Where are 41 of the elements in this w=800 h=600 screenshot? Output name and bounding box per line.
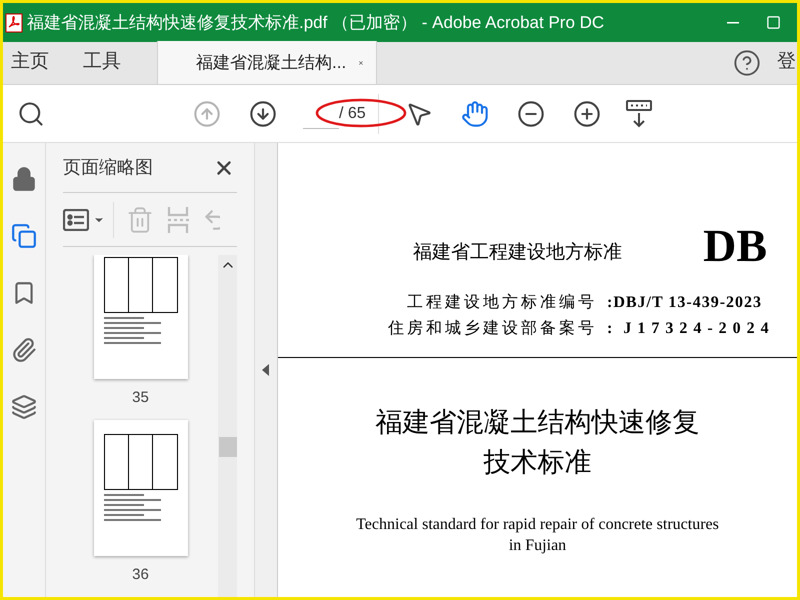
sign-in-label[interactable]: 登	[777, 41, 797, 84]
code-label: 住房和城乡建设部备案号	[388, 318, 597, 339]
layers-icon	[11, 394, 37, 420]
page-number-label: 35	[132, 388, 149, 408]
keyboard-down-arrow-icon	[626, 100, 652, 128]
code-value: : J 1 7 3 2 4 - 2 0 2 4	[607, 319, 771, 339]
standard-series: 福建省工程建设地方标准	[413, 240, 622, 264]
page-thumbnail[interactable]	[94, 420, 188, 556]
document-title: 技术标准	[484, 446, 592, 479]
document-title: 福建省混凝土结构快速修复	[376, 406, 700, 439]
trash-icon	[126, 206, 154, 234]
english-title: Technical standard for rapid repair of concrete structures	[356, 515, 719, 535]
search-icon	[17, 100, 45, 128]
tab[interactable]: 主页	[3, 41, 57, 84]
hand-icon	[460, 100, 489, 128]
tab[interactable]: 工具	[75, 41, 129, 84]
options-menu-button[interactable]	[63, 202, 114, 238]
page-thumbnail[interactable]	[94, 255, 188, 379]
tab[interactable]: 福建省混凝土结构...	[157, 41, 377, 84]
paperclip-icon	[11, 337, 37, 363]
page-number-label: 36	[132, 564, 149, 584]
code-value: :DBJ/T 13-439-2023	[607, 293, 764, 313]
insert-page-icon	[166, 206, 190, 234]
lock-icon	[11, 166, 37, 192]
window-title: 福建省混凝土结构快速修复技术标准.pdf （已加密） - Adobe Acrobat Pro DC	[27, 12, 604, 34]
minimize-icon	[727, 22, 739, 24]
scrollbar-thumb[interactable]	[218, 437, 236, 457]
maximize-icon	[766, 15, 780, 30]
help-icon	[733, 48, 761, 76]
panel-title: 页面缩略图	[63, 156, 153, 179]
standard-mark: DB	[703, 223, 767, 269]
collapse-arrow-icon[interactable]	[262, 364, 270, 376]
page-total: / 65	[339, 104, 367, 124]
pages-icon	[11, 223, 37, 249]
zoom-out-icon	[516, 100, 545, 128]
code-label: 工程建设地方标准编号	[407, 292, 597, 313]
pdf-icon	[5, 12, 23, 32]
zoom-in-icon	[572, 100, 601, 128]
list-icon	[63, 208, 89, 230]
scrollbar[interactable]	[218, 255, 237, 597]
english-title: in Fujian	[508, 536, 566, 556]
